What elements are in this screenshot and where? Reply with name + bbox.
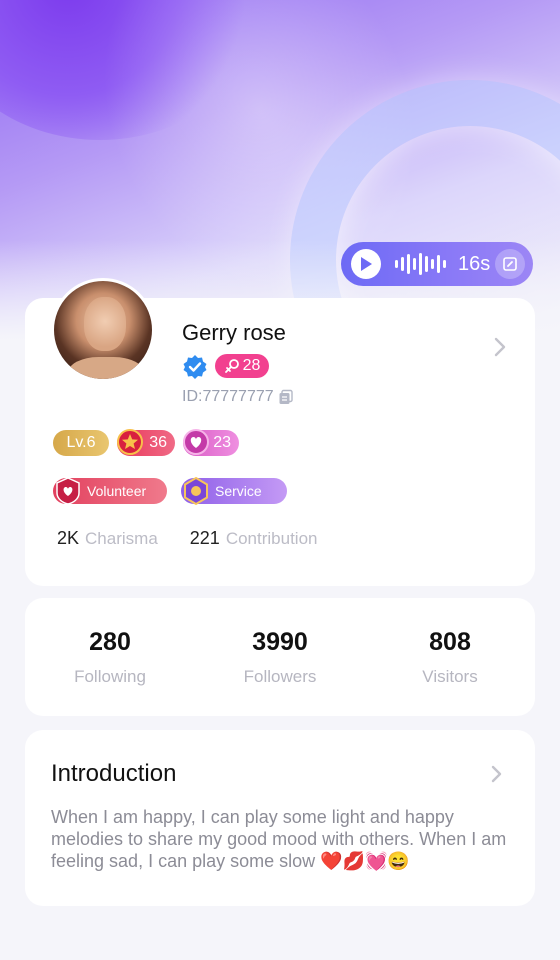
role-badges-row: Volunteer Service xyxy=(53,476,287,506)
introduction-title: Introduction xyxy=(51,760,177,787)
contribution-value: 221 xyxy=(189,528,220,548)
badges-row: Lv.6 36 23 xyxy=(53,429,239,456)
voice-intro-player[interactable]: 16s xyxy=(341,242,533,286)
copy-icon[interactable] xyxy=(278,389,294,405)
visitors-count: 808 xyxy=(429,627,471,656)
level-badge: Lv.6 xyxy=(53,430,109,456)
following-stat[interactable]: 280 Following xyxy=(25,598,195,716)
introduction-body: When I am happy, I can play some light a… xyxy=(51,807,507,871)
charisma-value: 2K xyxy=(57,528,80,548)
followers-stat[interactable]: 3990 Followers xyxy=(195,598,365,716)
avatar-face xyxy=(84,297,126,351)
stats-card: 280 Following 3990 Followers 808 Visitor… xyxy=(25,598,535,716)
star-emblem-icon xyxy=(117,429,143,455)
volunteer-label: Volunteer xyxy=(87,483,147,499)
red-badge-value: 36 xyxy=(149,434,167,451)
introduction-card[interactable]: Introduction When I am happy, I can play… xyxy=(25,730,535,906)
verified-icon xyxy=(183,355,207,379)
user-id-text: ID:77777777 xyxy=(182,388,274,405)
contribution-label: Contribution xyxy=(225,529,318,548)
avatar-body xyxy=(68,357,144,379)
shield-heart-icon xyxy=(56,477,80,505)
voice-wave-icon xyxy=(395,252,446,276)
pink-rank-badge: 23 xyxy=(183,429,239,456)
following-label: Following xyxy=(74,666,146,686)
red-rank-badge: 36 xyxy=(117,429,175,456)
female-icon xyxy=(224,359,239,373)
hexagon-service-icon xyxy=(184,476,208,506)
pink-badge-value: 23 xyxy=(213,434,231,451)
chevron-right-icon[interactable] xyxy=(489,764,505,784)
gender-age-value: 28 xyxy=(242,357,261,374)
contribution-metric: 221 Contribution xyxy=(190,528,318,549)
profile-metrics: 2K Charisma 221 Contribution xyxy=(57,528,318,549)
volunteer-badge: Volunteer xyxy=(53,477,167,505)
introduction-emojis: ❤️💋💓😄 xyxy=(320,851,410,871)
service-label: Service xyxy=(215,483,262,499)
followers-count: 3990 xyxy=(252,627,308,656)
service-badge: Service xyxy=(181,476,287,506)
user-id[interactable]: ID:77777777 xyxy=(182,388,294,406)
edit-icon[interactable] xyxy=(495,249,525,279)
heart-emblem-icon xyxy=(183,429,209,455)
profile-card[interactable]: Gerry rose 28 ID:77777777 Lv.6 36 23 Vol… xyxy=(25,278,535,586)
profile-name: Gerry rose xyxy=(182,320,286,345)
play-icon[interactable] xyxy=(351,249,381,279)
following-count: 280 xyxy=(89,627,131,656)
charisma-metric: 2K Charisma xyxy=(57,528,158,549)
followers-label: Followers xyxy=(243,666,317,686)
gender-age-badge: 28 xyxy=(215,354,269,378)
charisma-label: Charisma xyxy=(85,529,158,548)
avatar[interactable] xyxy=(51,278,155,382)
visitors-stat[interactable]: 808 Visitors xyxy=(365,598,535,716)
chevron-right-icon[interactable] xyxy=(491,336,509,358)
visitors-label: Visitors xyxy=(422,666,478,686)
introduction-text: When I am happy, I can play some light a… xyxy=(51,806,513,872)
voice-duration: 16s xyxy=(458,252,491,275)
